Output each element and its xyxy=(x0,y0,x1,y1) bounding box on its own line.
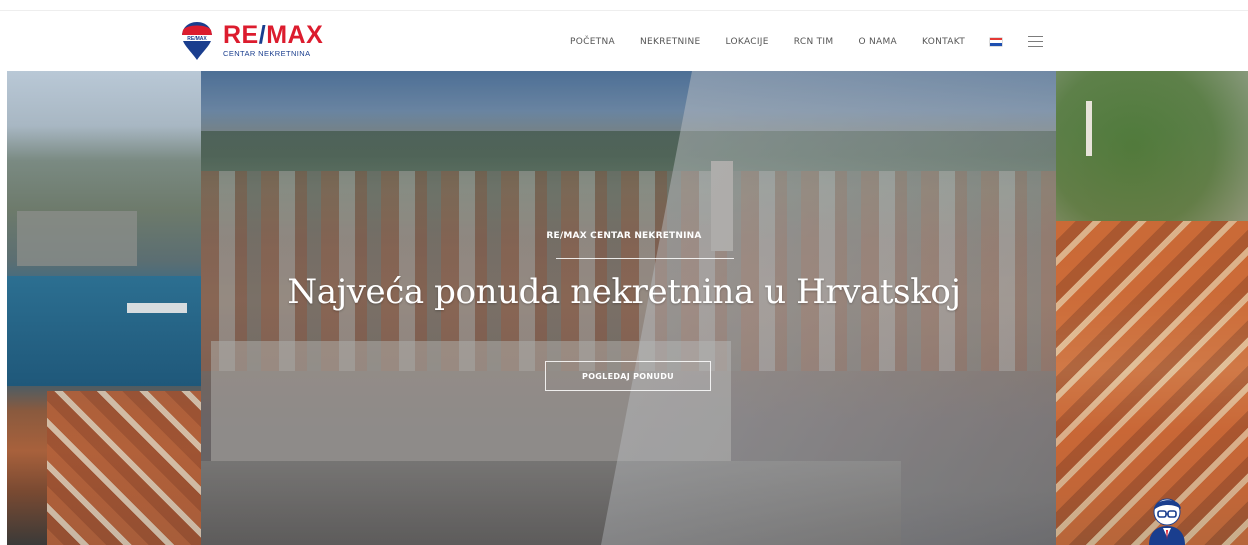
nav-item-lokacije[interactable]: LOKACIJE xyxy=(726,37,769,47)
nav-item-kontakt[interactable]: KONTAKT xyxy=(922,37,965,47)
croatia-flag-icon[interactable] xyxy=(990,37,1002,46)
brand-subtitle: CENTAR NEKRETNINA xyxy=(223,49,311,58)
nav-item-o-nama[interactable]: O NAMA xyxy=(858,37,897,47)
hero-photo-right xyxy=(1056,71,1248,545)
hamburger-menu-icon[interactable] xyxy=(1028,36,1043,47)
nav-item-nekretnine[interactable]: NEKRETNINE xyxy=(640,37,701,47)
main-navigation: POČETNA NEKRETNINE LOKACIJE RCN TIM O NA… xyxy=(570,11,1043,72)
nav-item-pocetna[interactable]: POČETNA xyxy=(570,37,615,47)
svg-text:RE/MAX: RE/MAX xyxy=(187,36,207,42)
view-offer-button[interactable]: POGLEDAJ PONUDU xyxy=(545,361,711,391)
agent-avatar-icon[interactable] xyxy=(1145,490,1189,545)
hot-air-balloon-icon: RE/MAX xyxy=(182,22,212,60)
nav-item-rcn-tim[interactable]: RCN TIM xyxy=(794,37,834,47)
top-spacer xyxy=(0,0,1248,10)
hero-photo-left xyxy=(7,71,207,545)
hero-photo-center xyxy=(201,71,1056,545)
hero-banner xyxy=(7,71,1248,545)
site-header: RE/MAX RE/MAX CENTAR NEKRETNINA POČETNA … xyxy=(0,10,1248,72)
brand-name: RE/MAX xyxy=(223,21,324,49)
remax-logo[interactable]: RE/MAX RE/MAX CENTAR NEKRETNINA xyxy=(181,21,323,65)
brand-wordmark: RE/MAX CENTAR NEKRETNINA xyxy=(223,21,324,59)
